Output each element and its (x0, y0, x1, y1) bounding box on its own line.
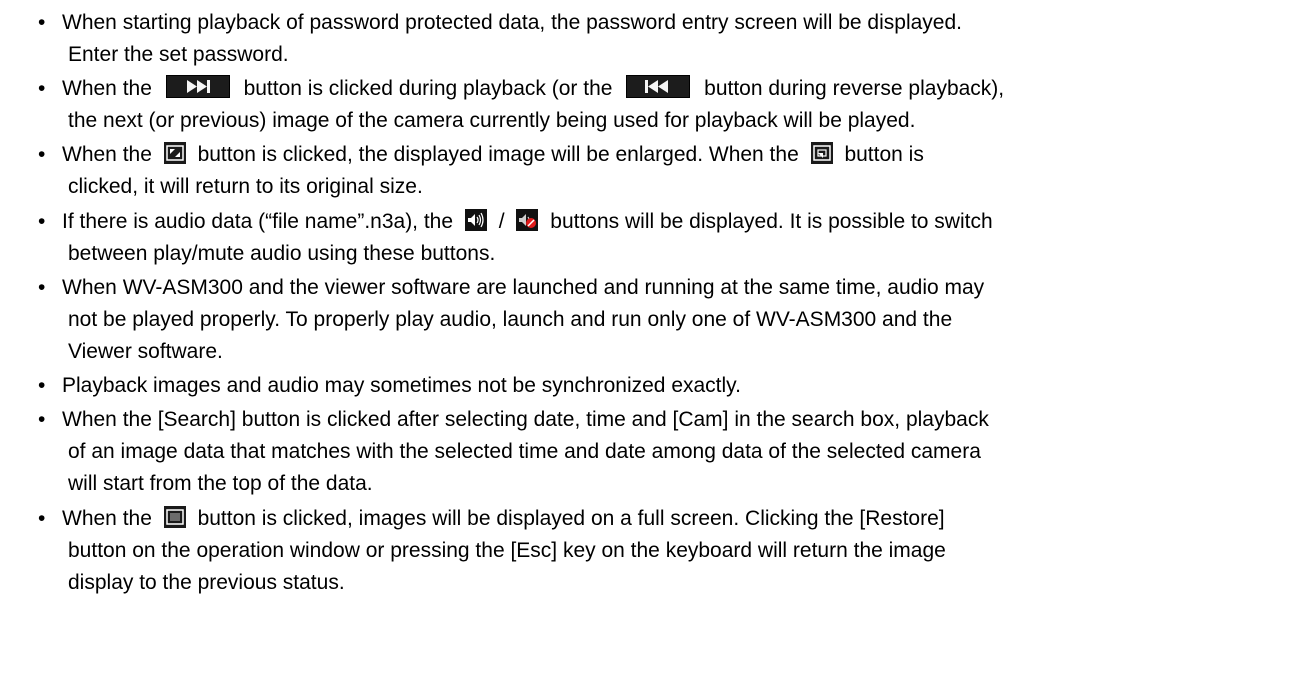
item-8-line-2: button on the operation window or pressi… (68, 539, 946, 562)
item-8-seg-1: When the (62, 507, 152, 530)
item-3-seg-1: When the (62, 143, 152, 166)
item-7-line-2: of an image data that matches with the s… (68, 440, 981, 463)
item-2-line-2: the next (or previous) image of the came… (68, 109, 916, 132)
item-3-line-2: clicked, it will return to its original … (68, 175, 423, 198)
item-3-seg-2: button is clicked, the displayed image w… (197, 143, 799, 166)
document-page: • When starting playback of password pro… (0, 0, 1303, 694)
item-2-line-1: When the button is clicked during playba… (62, 75, 1004, 103)
item-8-seg-2: button is clicked, images will be displa… (197, 507, 945, 530)
bullet: • (38, 210, 46, 233)
item-1-line-2: Enter the set password. (68, 43, 289, 66)
item-7-line-1: When the [Search] button is clicked afte… (62, 408, 989, 431)
bullet: • (38, 374, 46, 397)
item-4-seg-3: buttons will be displayed. It is possibl… (550, 210, 993, 233)
item-6-line-1: Playback images and audio may sometimes … (62, 374, 741, 397)
bullet: • (38, 408, 46, 431)
item-5-line-1: When WV-ASM300 and the viewer software a… (62, 276, 985, 299)
bullet: • (38, 507, 46, 530)
item-2-seg-1: When the (62, 77, 152, 100)
item-1-line-1: When starting playback of password prote… (62, 11, 962, 34)
speaker-icon (464, 209, 487, 231)
item-3-seg-3: button is (844, 143, 924, 166)
item-5-line-2: not be played properly. To properly play… (68, 308, 953, 331)
bullet: • (38, 77, 46, 100)
fullscreen-icon (163, 506, 186, 528)
item-2-seg-3: button during reverse playback), (704, 77, 1005, 100)
item-3-line-1: When the button is clicked, the displaye… (62, 141, 924, 169)
mute-icon (516, 209, 539, 231)
bullet: • (38, 276, 46, 299)
fast-forward-icon (165, 75, 230, 98)
item-7-line-3: will start from the top of the data. (68, 472, 373, 495)
rewind-icon (626, 75, 691, 98)
bullet: • (38, 143, 46, 166)
item-4-seg-1: If there is audio data (“file name”.n3a)… (62, 210, 454, 233)
item-5-line-3: Viewer software. (68, 340, 223, 363)
item-8-line-1: When the button is clicked, images will … (62, 505, 945, 533)
item-2-seg-2: button is clicked during playback (or th… (243, 77, 613, 100)
restore-size-icon (810, 142, 833, 164)
item-4-seg-2: / (498, 210, 505, 233)
enlarge-icon (163, 142, 186, 164)
item-4-line-2: between play/mute audio using these butt… (68, 242, 496, 265)
item-8-line-3: display to the previous status. (68, 571, 345, 594)
item-4-line-1: If there is audio data (“file name”.n3a)… (62, 208, 993, 236)
bullet: • (38, 11, 46, 34)
